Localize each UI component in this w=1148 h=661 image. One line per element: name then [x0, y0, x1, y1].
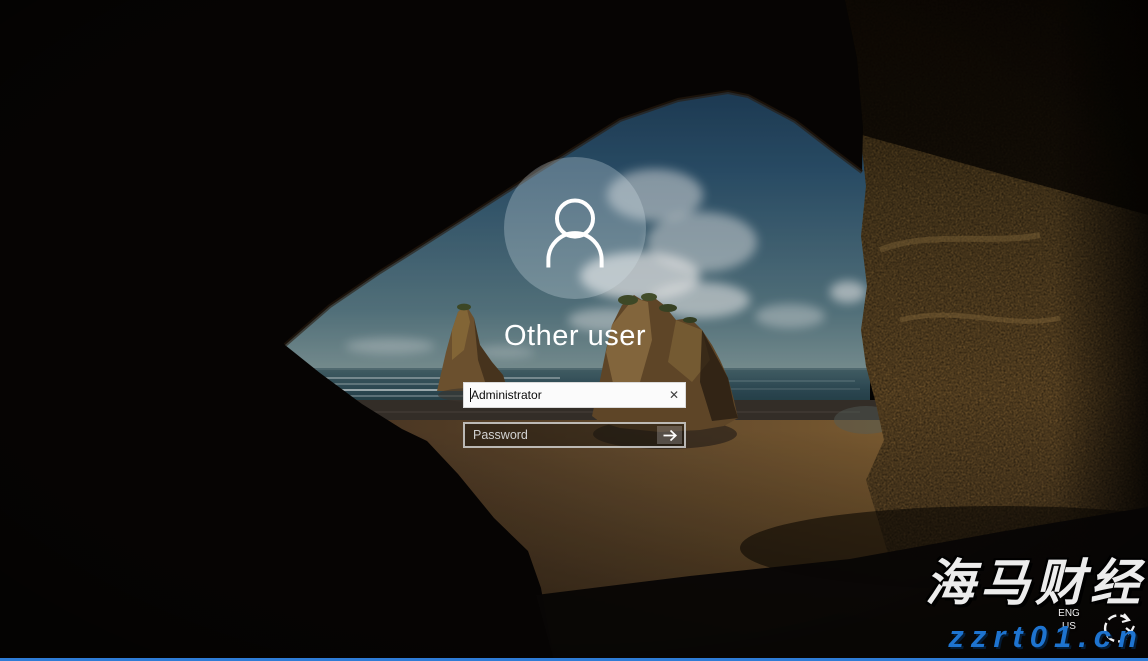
submit-button[interactable] — [657, 426, 682, 444]
password-input[interactable] — [465, 424, 684, 446]
keyboard-layout-code: US — [1054, 620, 1084, 633]
password-field[interactable] — [463, 422, 686, 448]
circular-arrows-button[interactable] — [1098, 608, 1138, 650]
arrow-right-icon — [662, 429, 678, 442]
username-input[interactable] — [464, 383, 685, 407]
username-field[interactable]: ✕ — [463, 382, 686, 408]
text-caret — [470, 388, 471, 402]
language-indicator[interactable]: ENG US — [1054, 607, 1084, 633]
language-code: ENG — [1054, 607, 1084, 620]
login-screen: Other user ✕ ENG US 海马财经 zzrt01.cn — [0, 0, 1148, 661]
user-avatar — [504, 157, 646, 299]
circular-arrows-icon — [1098, 608, 1138, 650]
x-clear-icon: ✕ — [669, 388, 679, 402]
person-icon — [514, 167, 636, 289]
clear-username-button[interactable]: ✕ — [663, 385, 681, 403]
other-user-label: Other user — [400, 320, 750, 353]
